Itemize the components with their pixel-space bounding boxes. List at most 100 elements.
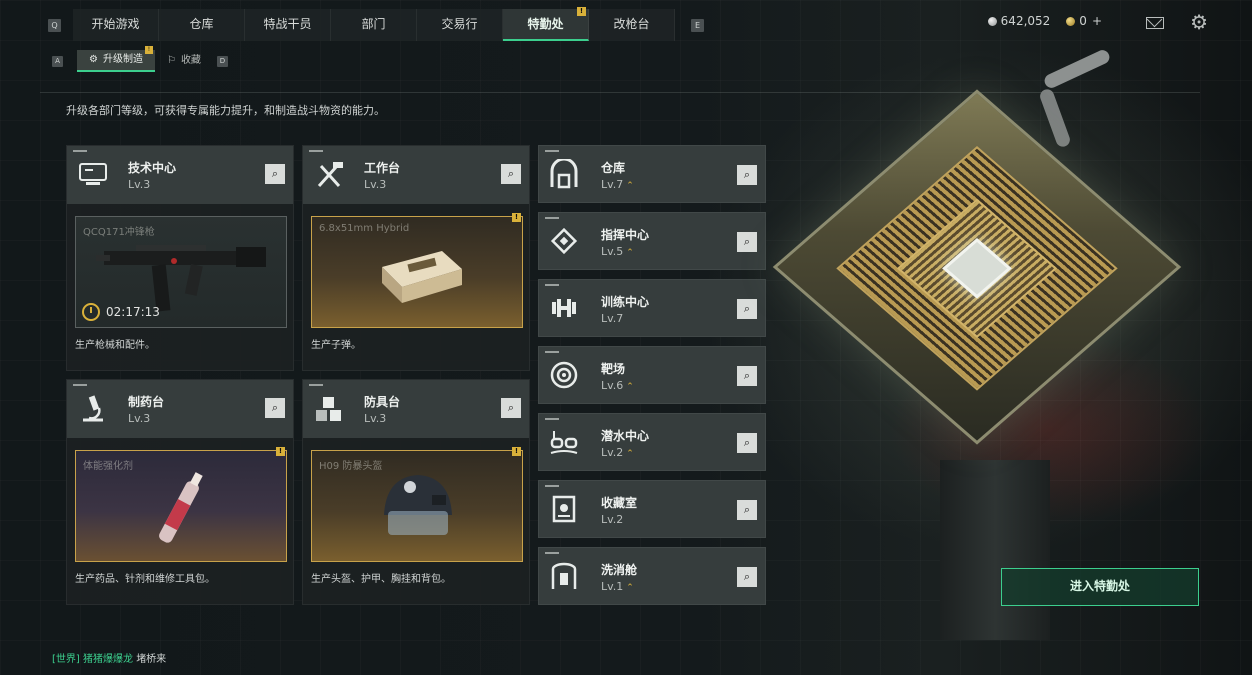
gear-icon[interactable]: ⚙ [1190, 12, 1208, 32]
alert-badge: ! [577, 7, 586, 16]
chat-line[interactable]: [世界] 猪猪爆爆龙 堵桥来 [52, 650, 166, 665]
tab-label: 部门 [361, 17, 386, 31]
cube-core [942, 238, 1012, 299]
production-preview[interactable]: 体能强化剂 ! [75, 447, 287, 562]
search-icon: ⌕ [743, 235, 751, 248]
card-tech-center[interactable]: 技术中心 Lv.3 ⌕ QCQ171冲锋枪 02:17:13 生产枪械和配件。 [66, 145, 294, 371]
department-training-center[interactable]: 训练中心 Lv.7 ⌕ [538, 279, 766, 337]
department-level: Lv.2 ⌃ [601, 446, 634, 459]
ammo-box-image [382, 251, 462, 303]
search-button[interactable]: ⌕ [737, 500, 757, 520]
enter-special-ops-button[interactable]: 进入特勤处 [1001, 568, 1199, 606]
tab-start-game[interactable]: 开始游戏 [73, 9, 159, 41]
search-button[interactable]: ⌕ [737, 567, 757, 587]
timer-icon [82, 303, 100, 321]
department-collection-room[interactable]: 收藏室 Lv.2 ⌕ [538, 480, 766, 538]
search-icon: ⌕ [271, 167, 279, 180]
key-hint-a: A [52, 55, 63, 67]
tab-department[interactable]: 部门 [331, 9, 417, 41]
department-title: 训练中心 [601, 295, 650, 309]
add-currency-button[interactable]: + [1092, 14, 1102, 28]
cubes-icon [313, 394, 345, 424]
level-value: Lv.7 [601, 312, 624, 325]
mail-icon[interactable] [1146, 17, 1164, 29]
gold-amount: 0 [1079, 14, 1087, 28]
search-icon: ⌕ [507, 401, 515, 414]
production-preview[interactable]: H09 防暴头盔 ! [311, 447, 523, 562]
department-title: 潜水中心 [601, 429, 650, 443]
search-button[interactable]: ⌕ [265, 164, 285, 184]
injector-image [159, 472, 203, 543]
upgrade-arrow-icon: ⌃ [626, 248, 634, 258]
upgrade-arrow-icon: ⌃ [626, 449, 634, 459]
card-title: 工作台 [364, 161, 401, 175]
production-preview[interactable]: 6.8x51mm Hybrid ! [311, 213, 523, 328]
subtab-upgrade-craft[interactable]: ⚙ 升级制造 ! [77, 46, 155, 72]
search-button[interactable]: ⌕ [501, 164, 521, 184]
tab-label: 特战干员 [263, 17, 312, 31]
level-value: Lv.2 [601, 513, 624, 526]
dumbbell-icon [549, 293, 579, 323]
search-button[interactable]: ⌕ [737, 299, 757, 319]
tab-warehouse[interactable]: 仓库 [159, 9, 245, 41]
key-hint-d: D [216, 55, 228, 67]
helmet-image [384, 475, 452, 535]
card-description: 生产枪械和配件。 [75, 340, 155, 351]
tab-special-ops[interactable]: 特勤处! [503, 7, 589, 41]
upgrade-arrow-icon: ⌃ [626, 181, 634, 191]
warehouse-icon [549, 157, 579, 189]
search-button[interactable]: ⌕ [501, 398, 521, 418]
tools-icon [313, 160, 345, 190]
subtab-label: 升级制造 [102, 54, 143, 65]
page-description: 升级各部门等级，可获得专属能力提升，和制造战斗物资的能力。 [66, 104, 385, 117]
search-button[interactable]: ⌕ [737, 232, 757, 252]
department-title: 靶场 [601, 362, 626, 376]
tab-label: 仓库 [189, 17, 214, 31]
tab-operators[interactable]: 特战干员 [245, 9, 331, 41]
department-shooting-range[interactable]: 靶场 Lv.6 ⌃ ⌕ [538, 346, 766, 404]
card-title: 制药台 [128, 395, 165, 409]
department-level: Lv.7 ⌃ [601, 178, 634, 191]
tab-label: 改枪台 [613, 17, 650, 31]
level-value: Lv.2 [601, 446, 624, 459]
silver-amount: 642,052 [1000, 14, 1051, 28]
top-nav: Q 开始游戏 仓库 特战干员 部门 交易行 特勤处! 改枪台 E [48, 7, 704, 41]
search-button[interactable]: ⌕ [737, 366, 757, 386]
level-value: Lv.1 [601, 580, 624, 593]
production-preview[interactable]: QCQ171冲锋枪 02:17:13 [75, 216, 287, 328]
subtab-collection[interactable]: ⚐ 收藏 [155, 50, 213, 72]
command-icon [549, 226, 579, 256]
key-hint-q: Q [48, 18, 61, 32]
search-icon: ⌕ [743, 570, 751, 583]
department-title: 洗消舱 [601, 563, 638, 577]
department-decon-chamber[interactable]: 洗消舱 Lv.1 ⌃ ⌕ [538, 547, 766, 605]
department-level: Lv.5 ⌃ [601, 245, 634, 258]
card-armor-bench[interactable]: 防具台 Lv.3 ⌕ H09 防暴头盔 ! 生产头盔、护甲、胸挂和背包。 [302, 379, 530, 605]
upgrade-arrow-icon: ⌃ [626, 382, 634, 392]
chat-channel: [世界] [52, 654, 80, 665]
level-value: Lv.5 [601, 245, 624, 258]
tab-trade[interactable]: 交易行 [417, 9, 503, 41]
craft-timer: 02:17:13 [82, 303, 160, 321]
card-pharmacy[interactable]: 制药台 Lv.3 ⌕ 体能强化剂 ! 生产药品、针剂和维修工具包。 [66, 379, 294, 605]
cube-inner-layer [896, 198, 1058, 339]
department-level: Lv.2 [601, 513, 623, 526]
monitor-icon [77, 160, 109, 190]
search-button[interactable]: ⌕ [737, 165, 757, 185]
silver-coin-icon [987, 16, 997, 26]
search-button[interactable]: ⌕ [265, 398, 285, 418]
card-workbench[interactable]: 工作台 Lv.3 ⌕ 6.8x51mm Hybrid ! 生产子弹。 [302, 145, 530, 371]
tab-gunsmith[interactable]: 改枪台 [589, 9, 675, 41]
department-title: 收藏室 [601, 496, 638, 510]
department-title: 指挥中心 [601, 228, 650, 242]
department-command-center[interactable]: 指挥中心 Lv.5 ⌃ ⌕ [538, 212, 766, 270]
gold-coin-icon [1066, 16, 1076, 26]
card-title: 技术中心 [128, 161, 177, 175]
search-button[interactable]: ⌕ [737, 433, 757, 453]
tab-label: 开始游戏 [91, 17, 140, 31]
upgrade-arrow-icon: ⌃ [626, 583, 634, 593]
subtab-label: 收藏 [180, 55, 201, 66]
department-warehouse[interactable]: 仓库 Lv.7 ⌃ ⌕ [538, 145, 766, 203]
search-icon: ⌕ [743, 369, 751, 382]
department-diving-center[interactable]: 潜水中心 Lv.2 ⌃ ⌕ [538, 413, 766, 471]
